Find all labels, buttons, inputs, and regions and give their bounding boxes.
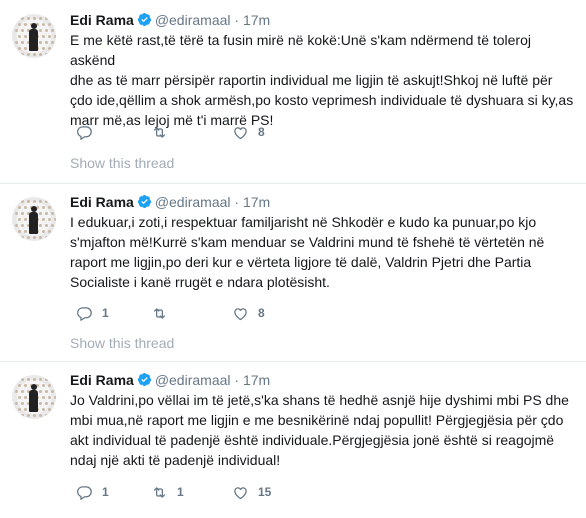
author-name[interactable]: Edi Rama bbox=[70, 194, 134, 210]
avatar[interactable] bbox=[12, 197, 56, 241]
author-handle[interactable]: @ediramaal bbox=[155, 194, 231, 210]
author-name[interactable]: Edi Rama bbox=[70, 372, 134, 388]
author-handle[interactable]: @ediramaal bbox=[155, 12, 231, 28]
tweet-text-line: Jo Valdrini,po vëllai im të jetë,s'ka sh… bbox=[70, 392, 569, 408]
tweet-text-line: dhe as të marr përsipër raportin individ… bbox=[70, 72, 553, 88]
heart-icon bbox=[234, 126, 247, 139]
retweet-button[interactable] bbox=[151, 303, 177, 323]
avatar-figure bbox=[28, 23, 39, 51]
retweet-icon bbox=[153, 307, 166, 319]
tweet-text-line: s'mjafton më!Kurrë s'kam menduar se Vald… bbox=[70, 234, 545, 250]
retweet-count: 1 bbox=[177, 485, 184, 499]
author-name[interactable]: Edi Rama bbox=[70, 12, 134, 28]
timestamp[interactable]: 17m bbox=[243, 12, 270, 28]
tweet-actions: 8 bbox=[70, 122, 370, 142]
tweet-text-line: Socialiste i kanë rrugët e ndara plotësi… bbox=[70, 274, 330, 290]
tweet-text: Jo Valdrini,po vëllai im të jetë,s'ka sh… bbox=[70, 390, 576, 470]
like-button[interactable]: 8 bbox=[232, 122, 265, 142]
retweet-button[interactable] bbox=[151, 122, 177, 142]
heart-icon bbox=[234, 307, 247, 320]
timestamp[interactable]: 17m bbox=[243, 194, 270, 210]
heart-icon bbox=[234, 486, 247, 499]
retweet-icon bbox=[153, 486, 166, 498]
reply-icon bbox=[77, 485, 92, 500]
retweet-icon bbox=[153, 126, 166, 138]
tweet-text: I edukuar,i zoti,i respektuar familjaris… bbox=[70, 212, 576, 292]
show-thread-link[interactable]: Show this thread bbox=[70, 153, 174, 173]
timestamp[interactable]: 17m bbox=[243, 372, 270, 388]
reply-icon bbox=[77, 125, 92, 140]
verified-badge-icon bbox=[137, 372, 151, 387]
tweet-text-line: çdo ide,qëllim a shok armësh,po kosto ve… bbox=[70, 92, 574, 108]
reply-count: 1 bbox=[102, 485, 109, 499]
tweet-header: Edi Rama @ediramaal · 17m bbox=[70, 192, 270, 212]
separator-dot: · bbox=[234, 12, 240, 28]
tweet-actions: 1 1 15 bbox=[70, 482, 370, 502]
show-thread-link[interactable]: Show this thread bbox=[70, 333, 174, 353]
avatar-figure bbox=[28, 384, 39, 412]
tweet[interactable]: Edi Rama @ediramaal · 17m E me këtë rast,… bbox=[0, 0, 586, 183]
like-count: 8 bbox=[258, 306, 265, 320]
reply-button[interactable]: 1 bbox=[76, 482, 109, 502]
like-count: 15 bbox=[258, 485, 272, 499]
like-button[interactable]: 8 bbox=[232, 303, 265, 323]
tweet-text-line: raport me ligjin,po deri kur e vërteta l… bbox=[70, 254, 532, 270]
reply-button[interactable] bbox=[76, 122, 102, 142]
retweet-button[interactable]: 1 bbox=[151, 482, 184, 502]
tweet-header: Edi Rama @ediramaal · 17m bbox=[70, 10, 270, 30]
tweet-header: Edi Rama @ediramaal · 17m bbox=[70, 370, 270, 390]
avatar-figure bbox=[28, 206, 39, 234]
tweet-text-line: akt individual të padenjë është individu… bbox=[70, 432, 555, 448]
reply-icon bbox=[77, 306, 92, 321]
separator-dot: · bbox=[234, 194, 240, 210]
verified-badge-icon bbox=[137, 12, 151, 27]
tweet-actions: 1 8 bbox=[70, 303, 370, 323]
tweet-text-line: I edukuar,i zoti,i respektuar familjaris… bbox=[70, 214, 537, 230]
tweet[interactable]: Edi Rama @ediramaal · 17m I edukuar,i zot… bbox=[0, 184, 586, 361]
reply-button[interactable]: 1 bbox=[76, 303, 109, 323]
author-handle[interactable]: @ediramaal bbox=[155, 372, 231, 388]
verified-badge-icon bbox=[137, 194, 151, 209]
tweet-text-line: mbi mua,në raport me ligjin e me besnikë… bbox=[70, 412, 564, 428]
tweet-text-line: E me këtë rast,të tërë ta fusin mirë në … bbox=[70, 32, 531, 68]
like-button[interactable]: 15 bbox=[232, 482, 271, 502]
avatar[interactable] bbox=[12, 14, 56, 58]
tweet-text-line: ndaj një akti të padenjë individual! bbox=[70, 452, 281, 468]
avatar[interactable] bbox=[12, 375, 56, 419]
separator-dot: · bbox=[234, 372, 240, 388]
reply-count: 1 bbox=[102, 306, 109, 320]
like-count: 8 bbox=[258, 125, 265, 139]
tweet[interactable]: Edi Rama @ediramaal · 17m Jo Valdrini,po … bbox=[0, 362, 586, 518]
tweet-text: E me këtë rast,të tërë ta fusin mirë në … bbox=[70, 30, 576, 130]
